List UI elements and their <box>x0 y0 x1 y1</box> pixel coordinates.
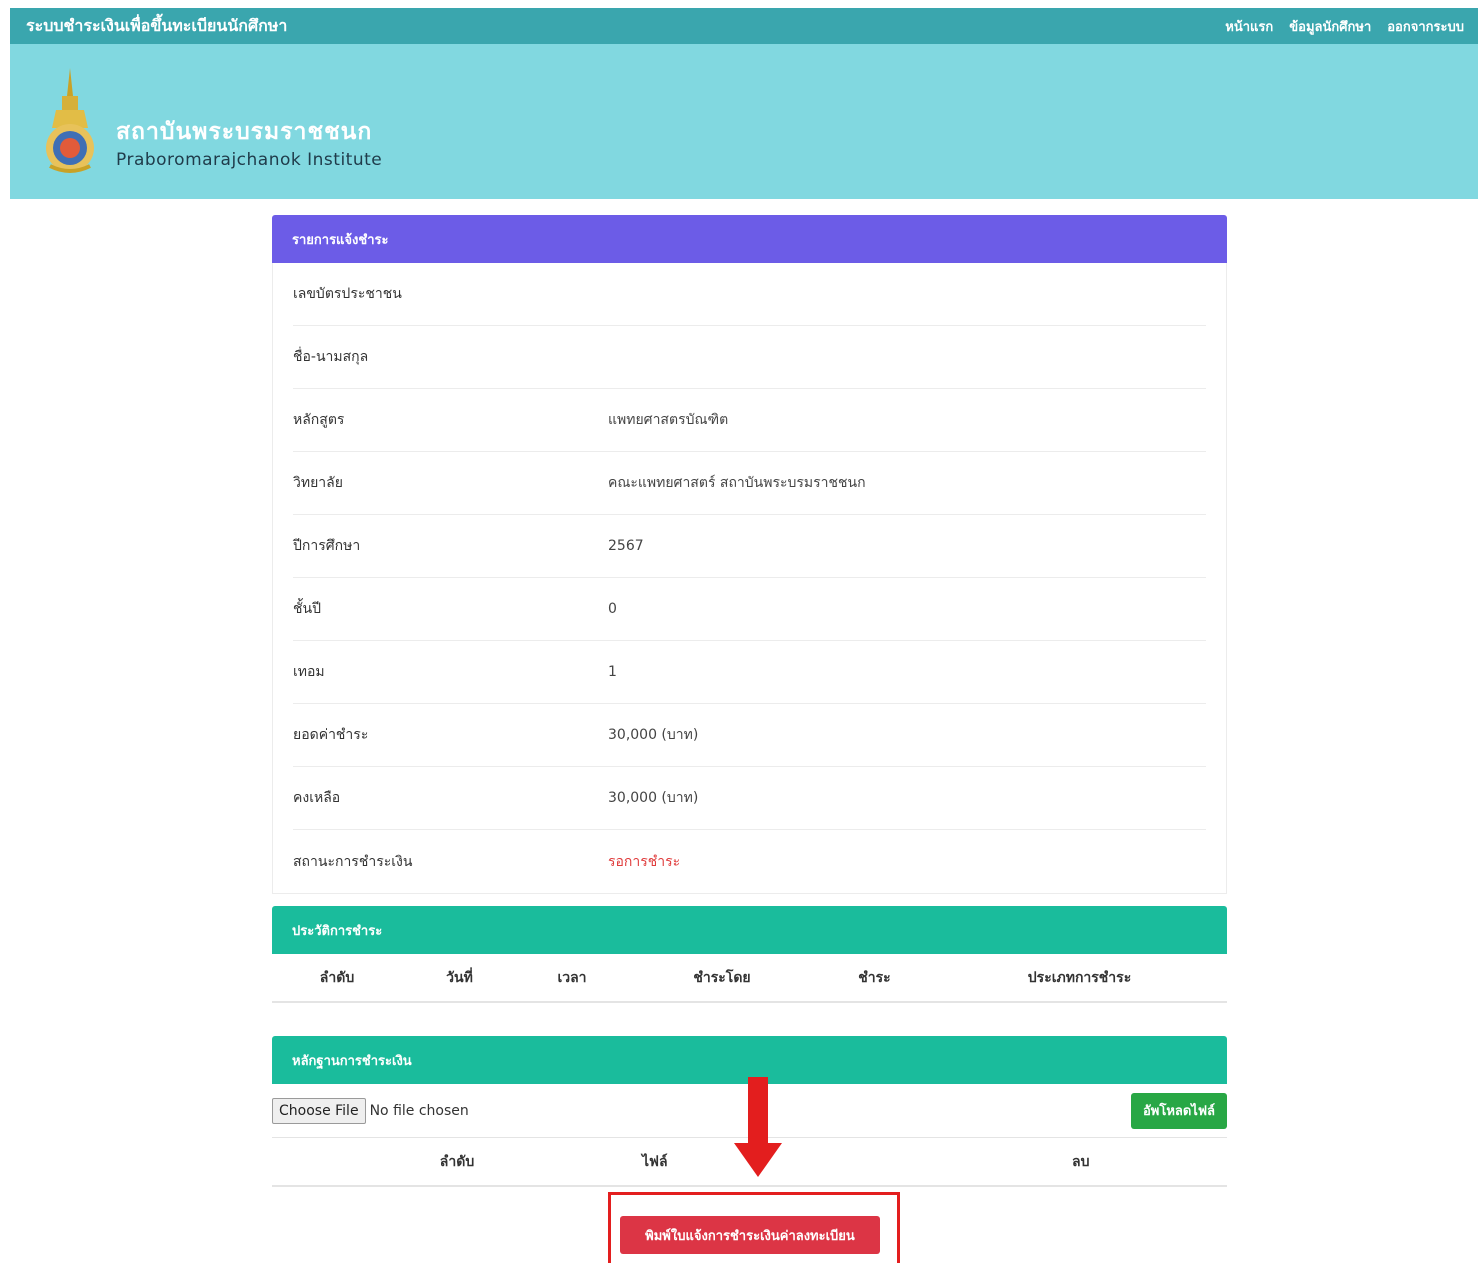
info-label: สถานะการชำระเงิน <box>293 853 413 870</box>
file-input: Choose File No file chosen <box>272 1097 469 1124</box>
info-label: ปีการศึกษา <box>293 538 361 554</box>
info-value: 30,000 (บาท) <box>608 727 699 743</box>
payment-history-panel: ประวัติการชำระ ลำดับ วันที่ เวลา ชำระโดย… <box>272 906 1227 1003</box>
info-label: เทอม <box>293 664 325 680</box>
info-label: คงเหลือ <box>293 790 341 806</box>
nav-student-info-link[interactable]: ข้อมูลนักศึกษา <box>1289 16 1371 37</box>
info-value: คณะแพทยศาสตร์ สถาบันพระบรมราชชนก <box>608 475 866 491</box>
institute-name-th: สถาบันพระบรมราชชนก <box>116 119 373 145</box>
column-header: เวลา <box>517 954 627 1003</box>
status-badge: รอการชำระ <box>608 853 681 870</box>
info-label: เลขบัตรประชาชน <box>293 286 402 302</box>
print-payment-slip-button[interactable]: พิมพ์ใบแจ้งการชำระเงินค่าลงทะเบียน <box>620 1216 880 1254</box>
info-label: หลักสูตร <box>293 412 345 428</box>
payment-history-header: ประวัติการชำระ <box>272 906 1227 954</box>
file-status-text: No file chosen <box>369 1102 469 1119</box>
column-header: ลำดับ <box>272 954 402 1003</box>
institute-logo-icon <box>46 68 94 173</box>
info-row-amount-due: ยอดค่าชำระ 30,000 (บาท) <box>293 704 1206 767</box>
column-header: ประเภทการชำระ <box>932 954 1227 1003</box>
info-value: 2567 <box>608 538 644 554</box>
upload-file-button[interactable]: อัพโหลดไฟล์ <box>1130 1092 1227 1129</box>
payment-info-panel: รายการแจ้งชำระ เลขบัตรประชาชน ชื่อ-นามสก… <box>272 215 1227 894</box>
system-title[interactable]: ระบบชำระเงินเพื่อขึ้นทะเบียนนักศึกษา <box>26 14 287 39</box>
info-label: ชั้นปี <box>293 601 321 617</box>
institute-name-en: Praboromarajchanok Institute <box>116 150 383 170</box>
choose-file-button[interactable]: Choose File <box>272 1097 366 1124</box>
column-header: วันที่ <box>402 954 517 1003</box>
column-header: ลำดับ <box>272 1138 642 1187</box>
info-row-payment-status: สถานะการชำระเงิน รอการชำระ <box>293 830 1206 893</box>
info-value: 1 <box>608 664 617 680</box>
column-header: ชำระ <box>817 954 932 1003</box>
top-navbar: ระบบชำระเงินเพื่อขึ้นทะเบียนนักศึกษา หน้… <box>10 8 1478 44</box>
info-label: วิทยาลัย <box>293 475 343 491</box>
info-row-id-card: เลขบัตรประชาชน <box>293 263 1206 326</box>
payment-history-table: ลำดับ วันที่ เวลา ชำระโดย ชำระ ประเภทการ… <box>272 954 1227 1003</box>
info-value: 0 <box>608 601 617 617</box>
nav-logout-link[interactable]: ออกจากระบบ <box>1387 16 1464 37</box>
institute-banner: สถาบันพระบรมราชชนก Praboromarajchanok In… <box>10 44 1478 199</box>
info-row-name: ชื่อ-นามสกุล <box>293 326 1206 389</box>
info-row-program: หลักสูตร แพทยศาสตรบัณฑิต <box>293 389 1206 452</box>
column-header: ชำระโดย <box>627 954 817 1003</box>
info-row-year-level: ชั้นปี 0 <box>293 578 1206 641</box>
annotation-arrow-icon <box>734 1077 782 1177</box>
payment-info-header: รายการแจ้งชำระ <box>272 215 1227 263</box>
info-row-term: เทอม 1 <box>293 641 1206 704</box>
info-value: 30,000 (บาท) <box>608 790 699 806</box>
info-value: แพทยศาสตรบัณฑิต <box>608 412 729 428</box>
table-header-row: ลำดับ วันที่ เวลา ชำระโดย ชำระ ประเภทการ… <box>272 954 1227 1003</box>
column-header: ลบ <box>1072 1138 1227 1187</box>
info-label: ยอดค่าชำระ <box>293 727 369 743</box>
nav-home-link[interactable]: หน้าแรก <box>1225 16 1273 37</box>
info-row-remaining: คงเหลือ 30,000 (บาท) <box>293 767 1206 830</box>
column-header: ไฟล์ <box>642 1138 1072 1187</box>
info-row-college: วิทยาลัย คณะแพทยศาสตร์ สถาบันพระบรมราชชน… <box>293 452 1206 515</box>
info-label: ชื่อ-นามสกุล <box>293 349 369 365</box>
nav-links: หน้าแรก ข้อมูลนักศึกษา ออกจากระบบ <box>1225 16 1464 37</box>
info-row-academic-year: ปีการศึกษา 2567 <box>293 515 1206 578</box>
